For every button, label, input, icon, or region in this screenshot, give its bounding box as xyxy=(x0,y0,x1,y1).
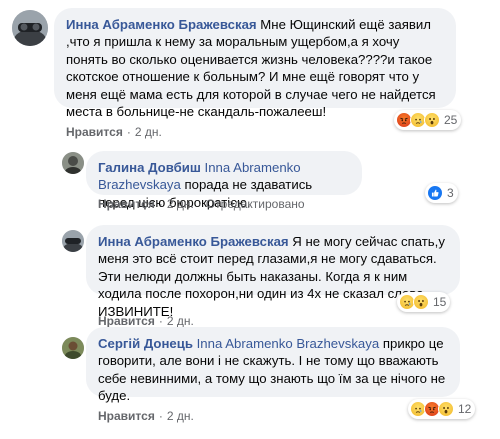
avatar[interactable] xyxy=(62,230,84,252)
comment-timestamp[interactable]: 2 дн. xyxy=(135,125,162,139)
avatar-image xyxy=(62,337,84,359)
comment-bubble: Инна Абраменко Бражевская Мне Ющинский е… xyxy=(54,8,456,119)
reaction-summary[interactable]: 25 xyxy=(394,110,462,130)
reaction-summary[interactable]: 15 xyxy=(397,292,451,312)
comment-bubble: Галина Довбиш Inna Abramenko Brazhevskay… xyxy=(86,151,362,210)
like-button[interactable]: Нравится xyxy=(66,125,123,139)
like-button[interactable]: Нравится xyxy=(98,314,155,328)
wow-icon xyxy=(424,112,440,128)
reaction-summary[interactable]: 3 xyxy=(425,183,458,203)
avatar[interactable] xyxy=(62,337,84,359)
reaction-count: 15 xyxy=(433,295,447,309)
comment-timestamp[interactable]: 2 дн. xyxy=(167,409,194,423)
like-button[interactable]: Нравится xyxy=(98,197,155,211)
comment-bubble: Сергій Донець Inna Abramenko Brazhevskay… xyxy=(86,327,460,403)
comment-timestamp[interactable]: 2 дн. xyxy=(167,197,194,211)
avatar-image xyxy=(62,152,84,174)
reaction-count: 25 xyxy=(444,113,458,127)
avatar-image xyxy=(12,10,48,46)
avatar-image xyxy=(62,230,84,252)
like-button[interactable]: Нравится xyxy=(98,409,155,423)
comment-author[interactable]: Галина Довбиш xyxy=(98,160,201,175)
reaction-summary[interactable]: 12 xyxy=(408,399,476,419)
wow-icon xyxy=(413,294,429,310)
wow-icon xyxy=(438,401,454,417)
comment-actions: Нравится · 2 дн. · Отредактировано xyxy=(98,197,305,211)
reaction-count: 3 xyxy=(447,186,454,200)
mention-link[interactable]: Inna Abramenko Brazhevskaya xyxy=(197,336,380,351)
comment-author[interactable]: Сергій Донець xyxy=(98,336,193,351)
comment-author[interactable]: Инна Абраменко Бражевская xyxy=(66,17,257,32)
avatar[interactable] xyxy=(62,152,84,174)
comment-bubble: Инна Абраменко Бражевская Я не могу сейч… xyxy=(86,225,460,319)
comment-author[interactable]: Инна Абраменко Бражевская xyxy=(98,234,289,249)
comment-actions: Нравится · 2 дн. xyxy=(98,409,194,423)
avatar[interactable] xyxy=(12,10,48,46)
edited-label: Отредактировано xyxy=(205,197,305,211)
comment-actions: Нравится · 2 дн. xyxy=(98,314,194,328)
like-icon xyxy=(427,185,443,201)
comment-text: Мне Ющинский ещё заявил ,что я пришла к … xyxy=(66,17,436,120)
reaction-count: 12 xyxy=(458,402,472,416)
comment-actions: Нравится · 2 дн. xyxy=(66,125,162,139)
comment-timestamp[interactable]: 2 дн. xyxy=(167,314,194,328)
